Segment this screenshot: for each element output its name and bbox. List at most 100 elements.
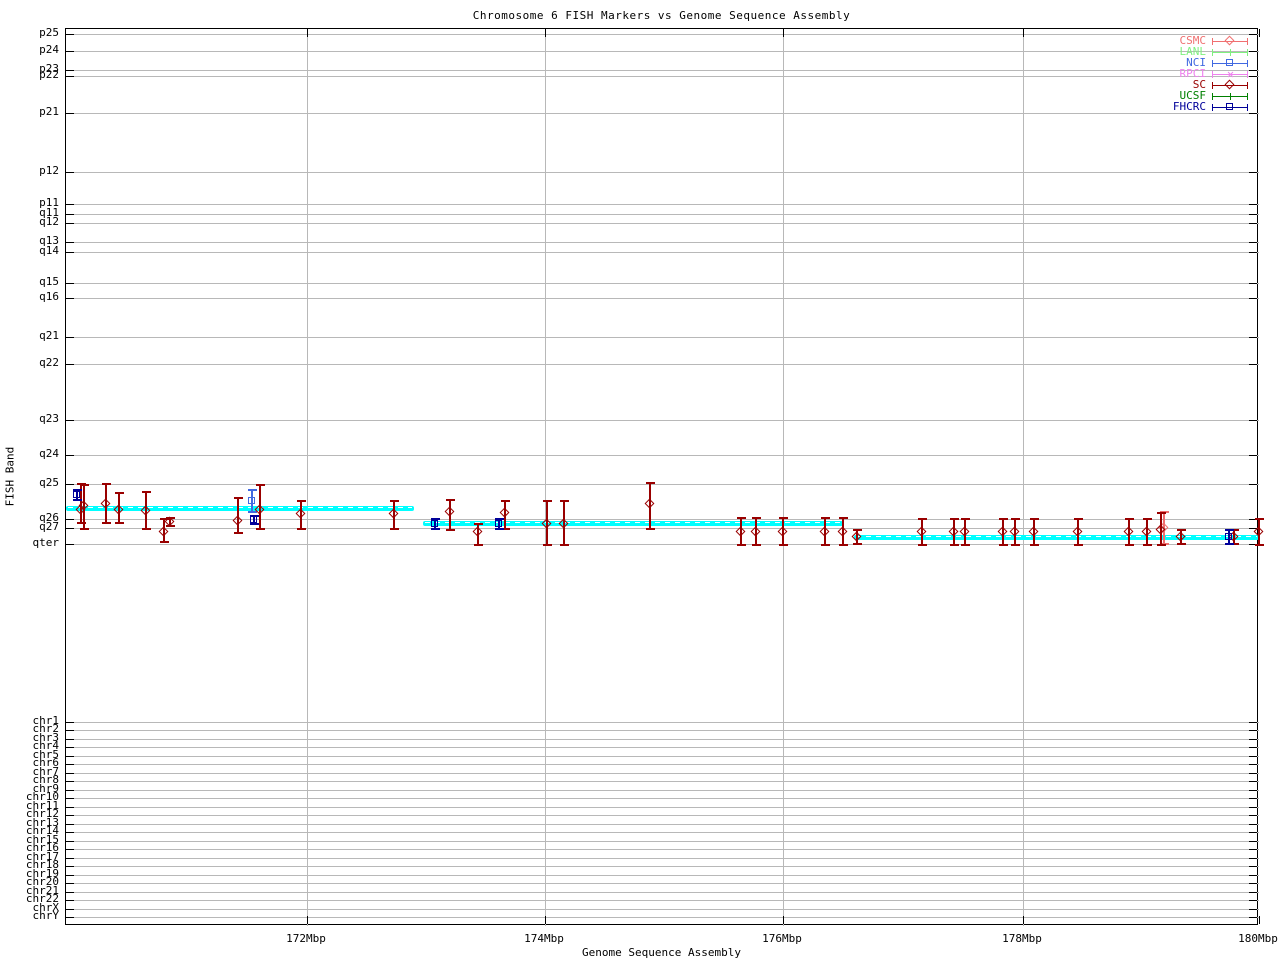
gridline-q21 xyxy=(66,337,1259,338)
legend-marker-csmc-dot xyxy=(1230,41,1231,42)
fish-band-label-q25: q25 xyxy=(39,476,59,489)
gridline-chr20 xyxy=(66,883,1259,884)
ytick-right-q15 xyxy=(1249,283,1257,284)
ytick-left-q11 xyxy=(66,214,74,215)
ytick-left-q13 xyxy=(66,242,74,243)
datapoint-nci-1-marker-dot xyxy=(252,501,253,502)
datapoint-sc-36-marker-dot xyxy=(1259,532,1260,533)
gridline-chr21 xyxy=(66,892,1259,893)
ytick-left-chr19 xyxy=(66,875,74,876)
gridline-q25 xyxy=(66,484,1259,485)
datapoint-sc-33-cap-bottom xyxy=(1157,544,1166,546)
datapoint-sc-14-cap-top xyxy=(501,500,510,502)
ytick-left-chr6 xyxy=(66,764,74,765)
datapoint-sc-22-cap-top xyxy=(839,517,848,519)
gridline-chr16 xyxy=(66,849,1259,850)
datapoint-sc-29-cap-top xyxy=(1030,518,1039,520)
datapoint-sc-10-cap-top xyxy=(297,500,306,502)
legend-sample-nci xyxy=(1212,58,1248,69)
datapoint-sc-12-cap-bottom xyxy=(446,529,455,531)
gridline-chrY xyxy=(66,917,1259,918)
datapoint-sc-4-cap-bottom xyxy=(115,522,124,524)
gridline-p22 xyxy=(66,76,1259,77)
ytick-left-chr18 xyxy=(66,866,74,867)
ytick-left-q22 xyxy=(66,364,74,365)
gridline-q23 xyxy=(66,420,1259,421)
ytick-left-q23 xyxy=(66,420,74,421)
datapoint-sc-3-cap-bottom xyxy=(102,522,111,524)
gridline-178Mbp xyxy=(1023,29,1024,926)
xtick-bottom-180Mbp xyxy=(1259,916,1260,924)
gridline-chr18 xyxy=(66,866,1259,867)
chart-title: Chromosome 6 FISH Markers vs Genome Sequ… xyxy=(472,9,851,22)
ytick-left-q24 xyxy=(66,455,74,456)
datapoint-sc-3-marker-dot xyxy=(106,504,107,505)
legend-cap-right xyxy=(1247,38,1248,45)
datapoint-fhcrc-3-cap-bottom xyxy=(431,528,440,530)
ytick-right-chr4 xyxy=(1249,747,1257,748)
ytick-right-chr15 xyxy=(1249,841,1257,842)
gridline-chr22 xyxy=(66,900,1259,901)
legend-cap-right xyxy=(1247,93,1248,100)
gridline-p25 xyxy=(66,34,1259,35)
gridline-chr5 xyxy=(66,756,1259,757)
datapoint-fhcrc-3-marker-dot xyxy=(435,524,436,525)
ytick-left-chr15 xyxy=(66,841,74,842)
ytick-right-chr20 xyxy=(1249,883,1257,884)
datapoint-sc-10-marker-dot xyxy=(301,514,302,515)
ytick-left-q16 xyxy=(66,298,74,299)
legend-marker-lanl xyxy=(1230,49,1231,56)
ytick-right-chr22 xyxy=(1249,900,1257,901)
gridline-q24 xyxy=(66,455,1259,456)
datapoint-sc-32-cap-top xyxy=(1143,518,1152,520)
gridline-chr11 xyxy=(66,807,1259,808)
gridline-q15 xyxy=(66,283,1259,284)
datapoint-sc-12-marker-dot xyxy=(450,512,451,513)
datapoint-sc-26-cap-bottom xyxy=(961,544,970,546)
datapoint-fhcrc-4-marker-dot xyxy=(499,524,500,525)
datapoint-sc-5-cap-bottom xyxy=(142,528,151,530)
ytick-right-q24 xyxy=(1249,455,1257,456)
xtick-bottom-174Mbp xyxy=(545,916,546,924)
fish-band-label-q16: q16 xyxy=(39,290,59,303)
x-axis-tick-172Mbp: 172Mbp xyxy=(286,932,326,945)
datapoint-sc-27-marker-dot xyxy=(1003,532,1004,533)
datapoint-sc-31-marker-dot xyxy=(1129,532,1130,533)
ytick-right-q22 xyxy=(1249,364,1257,365)
datapoint-sc-29-marker-dot xyxy=(1034,532,1035,533)
ytick-left-chr7 xyxy=(66,773,74,774)
datapoint-sc-32-cap-bottom xyxy=(1143,544,1152,546)
x-axis-tick-180Mbp: 180Mbp xyxy=(1238,932,1278,945)
datapoint-sc-19-marker-dot xyxy=(756,532,757,533)
ytick-left-p22 xyxy=(66,76,74,77)
datapoint-sc-4-marker-dot xyxy=(119,510,120,511)
fish-band-label-q27: q27 xyxy=(39,520,59,533)
fish-band-label-q15: q15 xyxy=(39,275,59,288)
ytick-right-chr8 xyxy=(1249,781,1257,782)
legend-cap-left xyxy=(1212,93,1213,100)
datapoint-sc-18-cap-top xyxy=(737,517,746,519)
plot-area xyxy=(65,28,1264,926)
chart-canvas: Chromosome 6 FISH Markers vs Genome Sequ… xyxy=(0,0,1280,960)
x-axis-tick-178Mbp: 178Mbp xyxy=(1002,932,1042,945)
xtick-top-172Mbp xyxy=(307,29,308,37)
gridline-chr13 xyxy=(66,824,1259,825)
datapoint-sc-20-cap-top xyxy=(779,517,788,519)
datapoint-fhcrc-1-cap-bottom xyxy=(73,499,82,501)
datapoint-sc-30-marker-dot xyxy=(1078,532,1079,533)
ytick-left-chr16 xyxy=(66,849,74,850)
gridline-chr2 xyxy=(66,730,1259,731)
datapoint-sc-20-marker-dot xyxy=(783,532,784,533)
ytick-right-chr10 xyxy=(1249,798,1257,799)
fish-band-label-p22: p22 xyxy=(39,68,59,81)
legend-marker-nci-dot xyxy=(1230,63,1231,64)
xtick-top-174Mbp xyxy=(545,29,546,37)
gridline-chr3 xyxy=(66,739,1259,740)
ytick-right-q23 xyxy=(1249,420,1257,421)
gridline-q12 xyxy=(66,223,1259,224)
datapoint-sc-19-cap-bottom xyxy=(752,544,761,546)
legend-marker-ucsf xyxy=(1230,93,1231,100)
datapoint-sc-11-cap-top xyxy=(390,500,399,502)
gridline-p11 xyxy=(66,204,1259,205)
ytick-left-p21 xyxy=(66,113,74,114)
